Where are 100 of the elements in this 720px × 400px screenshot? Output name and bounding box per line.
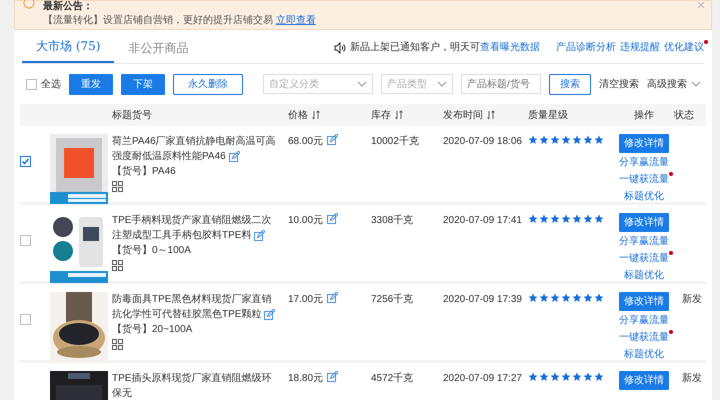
star-icon [539, 372, 549, 381]
star-icon [550, 372, 560, 381]
advanced-search-toggle[interactable]: 高级搜索 [647, 76, 701, 92]
product-title: 防毒面具TPE黑色材料现货厂家直销抗化学性可代替硅胶黑色TPE颗粒 [112, 292, 280, 322]
edit-icon[interactable] [327, 213, 338, 224]
star-icon [572, 214, 582, 223]
star-icon [583, 293, 593, 302]
stock: 3308千克 [371, 215, 414, 226]
product-title: 荷兰PA46厂家直销抗静电耐高温可高强度耐低温原料性能PA46 [112, 134, 277, 164]
speaker-icon [334, 42, 346, 54]
star-icon [528, 135, 538, 144]
column-header: 质量星级 [528, 108, 568, 122]
product-sku: 【货号】PA46 [112, 164, 177, 179]
star-icon [550, 293, 560, 302]
column-header: 库存 [371, 108, 391, 122]
select-all-label: 全选 [41, 78, 61, 92]
star-icon [539, 135, 549, 144]
price: 18.80元 [288, 372, 324, 386]
column-header: 发布时间 [443, 108, 483, 122]
star-icon [583, 372, 593, 381]
action-link[interactable]: 分享赢流量 [619, 313, 669, 328]
column-header: 操作 [634, 108, 654, 122]
star-icon [561, 214, 571, 223]
checkbox[interactable] [20, 314, 31, 324]
column-header: 状态 [674, 108, 694, 122]
star-icon [583, 135, 593, 144]
product-sku: 【货号】0～100A [112, 244, 192, 258]
status-text: 新发 [682, 294, 702, 305]
star-icon [561, 372, 571, 381]
announcement-title: 最新公告： [43, 1, 94, 13]
announcement-link[interactable]: 立即查看 [276, 15, 316, 26]
star-icon [539, 214, 549, 223]
search-field[interactable]: 产品标题/货号 [461, 74, 541, 94]
price: 10.00元 [288, 214, 324, 228]
publish-time: 2020-07-09 17:27 [443, 373, 522, 384]
star-icon [572, 372, 582, 381]
edit-details-button[interactable]: 修改详情 [619, 213, 669, 232]
star-icon [572, 293, 582, 302]
edit-details-button[interactable]: 修改详情 [619, 134, 669, 153]
action-link[interactable]: 标题优化 [624, 189, 664, 204]
notice-link[interactable]: 查看曝光数据 [480, 42, 540, 53]
chevron-down-icon [691, 80, 701, 88]
sort-icon[interactable] [487, 110, 495, 120]
edit-icon[interactable] [327, 371, 338, 382]
tab[interactable]: 大市场 (75) [22, 33, 114, 63]
action-link[interactable]: 标题优化 [624, 268, 664, 283]
action-link[interactable]: 标题优化 [624, 347, 664, 362]
sort-icon[interactable] [312, 110, 320, 120]
star-icon [583, 214, 593, 223]
star-icon [539, 293, 549, 302]
publish-time: 2020-07-09 17:39 [443, 294, 522, 305]
price: 17.00元 [288, 293, 324, 307]
star-icon [594, 135, 604, 144]
checkbox[interactable] [20, 234, 31, 246]
close-icon[interactable] [697, 1, 705, 9]
chevron-down-icon [357, 80, 367, 88]
product-title: TPE插头原料现货厂家直销阻燃级环保无 [112, 372, 272, 400]
search-button[interactable]: 搜索 [549, 74, 591, 94]
qr-code-icon[interactable] [112, 260, 123, 271]
stock: 10002千克 [371, 136, 419, 147]
action-link[interactable]: 分享赢流量 [619, 234, 669, 249]
edit-icon[interactable] [254, 230, 266, 241]
publish-time: 2020-07-09 17:41 [443, 215, 522, 226]
stock: 7256千克 [371, 294, 414, 305]
top-link[interactable]: 产品诊断分析 [556, 40, 616, 55]
clear-search-link[interactable]: 清空搜索 [599, 76, 639, 92]
sort-icon[interactable] [395, 110, 403, 120]
edit-icon[interactable] [228, 150, 240, 162]
star-icon [572, 135, 582, 144]
star-icon [528, 372, 538, 381]
star-icon [594, 293, 604, 302]
notice-text: 新品上架已通知客户，明天可查看曝光数据 [350, 40, 540, 55]
action-button[interactable]: 重发 [69, 74, 113, 94]
edit-details-button[interactable]: 修改详情 [619, 371, 669, 390]
star-icon [550, 214, 560, 223]
star-icon [528, 293, 538, 302]
edit-icon[interactable] [264, 308, 276, 320]
product-title: TPE手柄料现货产家直销阻燃级二次注塑成型工具手柄包胶料TPE料 [112, 214, 272, 243]
tab[interactable]: 非公开商品 [114, 35, 202, 63]
edit-details-button[interactable]: 修改详情 [619, 292, 669, 311]
action-link[interactable]: 分享赢流量 [619, 155, 669, 170]
edit-icon[interactable] [327, 134, 338, 145]
edit-icon[interactable] [327, 292, 338, 303]
top-link[interactable]: 违规提醒 [620, 40, 660, 55]
action-button[interactable]: 永久删除 [173, 74, 243, 94]
star-icon [594, 372, 604, 381]
star-icon [561, 135, 571, 144]
info-icon [23, 0, 35, 9]
checkbox[interactable] [20, 156, 31, 166]
checkbox[interactable] [26, 78, 37, 90]
product-sku: 【货号】20~100A [112, 322, 194, 337]
qr-code-icon[interactable] [112, 180, 123, 192]
star-icon [550, 135, 560, 144]
stock: 4572千克 [371, 373, 414, 384]
star-icon [528, 214, 538, 223]
qr-code-icon[interactable] [112, 338, 123, 350]
price: 68.00元 [288, 135, 324, 149]
action-button[interactable]: 下架 [121, 74, 165, 94]
status-text: 新发 [682, 373, 702, 384]
chevron-down-icon [437, 80, 447, 88]
